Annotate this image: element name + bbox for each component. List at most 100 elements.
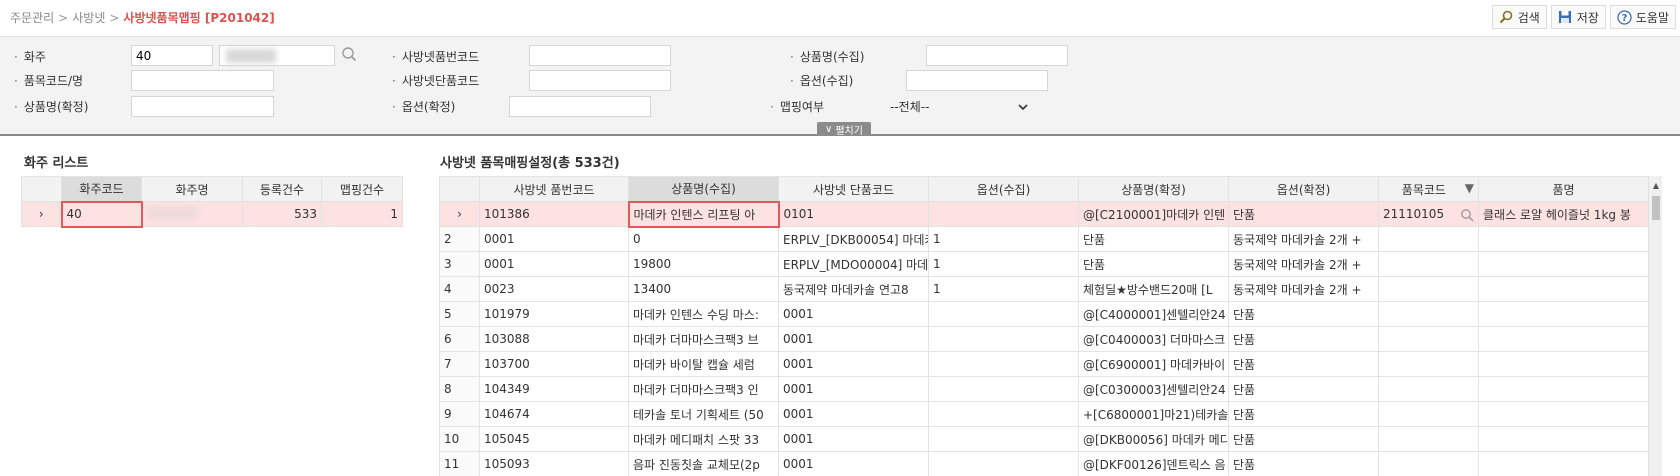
product-name-confirmed-cell[interactable]: @[DKF00126]덴트릭스 음: [1078, 451, 1229, 476]
option-confirmed-cell[interactable]: 단품: [1228, 401, 1379, 427]
option-collected-cell[interactable]: [928, 401, 1079, 427]
option-collected-cell[interactable]: [928, 326, 1079, 352]
breadcrumb-item-sabangnet[interactable]: 사방넷: [72, 11, 105, 25]
single-code-cell[interactable]: 0001: [778, 376, 929, 402]
item-code-cell[interactable]: [1378, 301, 1479, 327]
option-collected-cell[interactable]: [928, 201, 1079, 227]
column-header-item-no[interactable]: 사방넷 품번코드: [479, 176, 629, 202]
product-name-collected-cell[interactable]: 마데카 인텐스 리프팅 아: [627, 200, 780, 228]
breadcrumb-item-order[interactable]: 주문관리: [10, 11, 54, 25]
option-collected-cell[interactable]: [928, 301, 1079, 327]
item-no-cell[interactable]: 105045: [479, 426, 629, 452]
save-button[interactable]: 저장: [1550, 5, 1606, 29]
item-no-cell[interactable]: 101979: [479, 301, 629, 327]
item-name-cell[interactable]: 클래스 로얄 헤이즐넛 1kg 봉: [1478, 201, 1649, 227]
product-name-collected-cell[interactable]: 마데카 바이탈 캡슐 세럼: [628, 351, 779, 377]
product-name-confirmed-cell[interactable]: @[C2100001]마데카 인텐: [1078, 201, 1229, 227]
table-row[interactable]: 11 105093 음파 진동칫솔 교체모(2p 0001 @[DKF00126]덴트릭…: [439, 451, 1649, 476]
item-name-cell[interactable]: [1478, 426, 1649, 452]
column-header-registered[interactable]: 등록건수: [242, 176, 322, 202]
product-name-collected-cell[interactable]: 13400: [628, 276, 779, 302]
filter-icon[interactable]: ▼: [1465, 181, 1474, 195]
item-code-cell[interactable]: [1378, 226, 1479, 252]
product-name-confirmed-cell[interactable]: @[C0300003]센텔리안24: [1078, 376, 1229, 402]
single-code-cell[interactable]: 0001: [778, 451, 929, 476]
item-name-cell[interactable]: [1478, 376, 1649, 402]
item-name-cell[interactable]: [1478, 401, 1649, 427]
item-no-cell[interactable]: 104674: [479, 401, 629, 427]
table-row[interactable]: 3 0001 19800 ERPLV_[MDO00004] 마데카 1 단품 동국제약 마데…: [439, 251, 1649, 277]
table-row[interactable]: › 40 533 1: [21, 200, 403, 228]
option-collected-cell[interactable]: 1: [928, 276, 1079, 302]
single-code-cell[interactable]: ERPLV_[MDO00004] 마데카: [778, 251, 929, 277]
product-name-confirmed-cell[interactable]: @[DKB00056] 마데카 메디: [1078, 426, 1229, 452]
table-row[interactable]: 6 103088 마데카 더마마스크팩3 브 0001 @[C0400003] 더마마스…: [439, 326, 1649, 352]
item-name-cell[interactable]: [1478, 226, 1649, 252]
table-row[interactable]: 5 101979 마데카 인텐스 수딩 마스: 0001 @[C4000001]센텔리안…: [439, 301, 1649, 327]
sabangnet-single-code-input[interactable]: [529, 70, 671, 91]
item-name-cell[interactable]: [1478, 251, 1649, 277]
table-row[interactable]: 9 104674 테카솔 토너 기획세트 (50 0001 +[C6800001]마21…: [439, 401, 1649, 427]
owner-name-cell[interactable]: [141, 201, 243, 227]
option-collected-cell[interactable]: [928, 426, 1079, 452]
option-confirmed-cell[interactable]: 동국제약 마데카솔 2개 +: [1228, 226, 1379, 252]
item-code-cell[interactable]: [1378, 376, 1479, 402]
item-no-cell[interactable]: 103088: [479, 326, 629, 352]
product-name-collected-cell[interactable]: 테카솔 토너 기획세트 (50: [628, 401, 779, 427]
mapping-select[interactable]: --전체--: [886, 96, 1032, 117]
item-no-cell[interactable]: 103700: [479, 351, 629, 377]
column-header-owner-name[interactable]: 화주명: [141, 176, 243, 202]
item-no-cell[interactable]: 105093: [479, 451, 629, 476]
single-code-cell[interactable]: 0001: [778, 301, 929, 327]
product-name-confirmed-cell[interactable]: 단품: [1078, 226, 1229, 252]
column-header-owner-code[interactable]: 화주코드: [61, 176, 142, 202]
item-name-cell[interactable]: [1478, 351, 1649, 377]
column-header-product-name-confirmed[interactable]: 상품명(확정): [1078, 176, 1229, 202]
scroll-up-icon[interactable]: ▲: [1649, 176, 1663, 194]
product-name-collected-cell[interactable]: 0: [628, 226, 779, 252]
table-row[interactable]: › 101386 마데카 인텐스 리프팅 아 0101 @[C2100001]마데카 인…: [439, 200, 1649, 228]
product-name-confirmed-cell[interactable]: 체험딜★방수밴드20매 [L: [1078, 276, 1229, 302]
column-header-item-code[interactable]: 품목코드 ▼: [1378, 176, 1479, 202]
option-confirmed-cell[interactable]: 단품: [1228, 326, 1379, 352]
item-name-cell[interactable]: [1478, 276, 1649, 302]
product-name-collected-cell[interactable]: 19800: [628, 251, 779, 277]
product-name-collected-cell[interactable]: 음파 진동칫솔 교체모(2p: [628, 451, 779, 476]
table-row[interactable]: 8 104349 마데카 더마마스크팩3 인 0001 @[C0300003]센텔리안2…: [439, 376, 1649, 402]
option-confirmed-cell[interactable]: 단품: [1228, 376, 1379, 402]
mapped-cell[interactable]: 1: [321, 201, 403, 227]
option-confirmed-cell[interactable]: 단품: [1228, 301, 1379, 327]
product-name-collected-cell[interactable]: 마데카 더마마스크팩3 브: [628, 326, 779, 352]
registered-cell[interactable]: 533: [242, 201, 322, 227]
table-row[interactable]: 10 105045 마데카 메디패치 스팟 33 0001 @[DKB00056] 마데…: [439, 426, 1649, 452]
vertical-scrollbar[interactable]: ▲: [1648, 176, 1662, 476]
single-code-cell[interactable]: 0001: [778, 326, 929, 352]
option-collected-input[interactable]: [906, 70, 1048, 91]
column-header-option-collected[interactable]: 옵션(수집): [928, 176, 1079, 202]
search-icon[interactable]: [341, 46, 359, 64]
product-name-collected-cell[interactable]: 마데카 인텐스 수딩 마스:: [628, 301, 779, 327]
option-collected-cell[interactable]: 1: [928, 226, 1079, 252]
item-name-cell[interactable]: [1478, 451, 1649, 476]
owner-code-input[interactable]: [131, 45, 213, 66]
table-row[interactable]: 4 0023 13400 동국제약 마데카솔 연고8 1 체험딜★방수밴드20매 [L 동국…: [439, 276, 1649, 302]
column-header-option-confirmed[interactable]: 옵션(확정): [1228, 176, 1379, 202]
product-name-confirmed-cell[interactable]: +[C6800001]마21)테카솔: [1078, 401, 1229, 427]
column-header-product-name-collected[interactable]: 상품명(수집): [628, 176, 779, 202]
product-name-confirmed-cell[interactable]: 단품: [1078, 251, 1229, 277]
option-confirmed-cell[interactable]: 동국제약 마데카솔 2개 +: [1228, 276, 1379, 302]
help-button[interactable]: ? 도움말: [1609, 5, 1676, 29]
product-name-collected-input[interactable]: [926, 45, 1068, 66]
column-header-item-name[interactable]: 품명: [1478, 176, 1649, 202]
option-collected-cell[interactable]: [928, 451, 1079, 476]
option-collected-cell[interactable]: [928, 376, 1079, 402]
search-icon[interactable]: [1460, 208, 1474, 222]
table-row[interactable]: 7 103700 마데카 바이탈 캡슐 세럼 0001 @[C6900001] 마데카바…: [439, 351, 1649, 377]
item-name-cell[interactable]: [1478, 326, 1649, 352]
column-header-single-code[interactable]: 사방넷 단품코드: [778, 176, 929, 202]
item-no-cell[interactable]: 104349: [479, 376, 629, 402]
owner-code-cell[interactable]: 40: [60, 200, 143, 228]
item-code-cell[interactable]: [1378, 351, 1479, 377]
item-code-cell[interactable]: [1378, 426, 1479, 452]
option-confirmed-cell[interactable]: 단품: [1228, 426, 1379, 452]
